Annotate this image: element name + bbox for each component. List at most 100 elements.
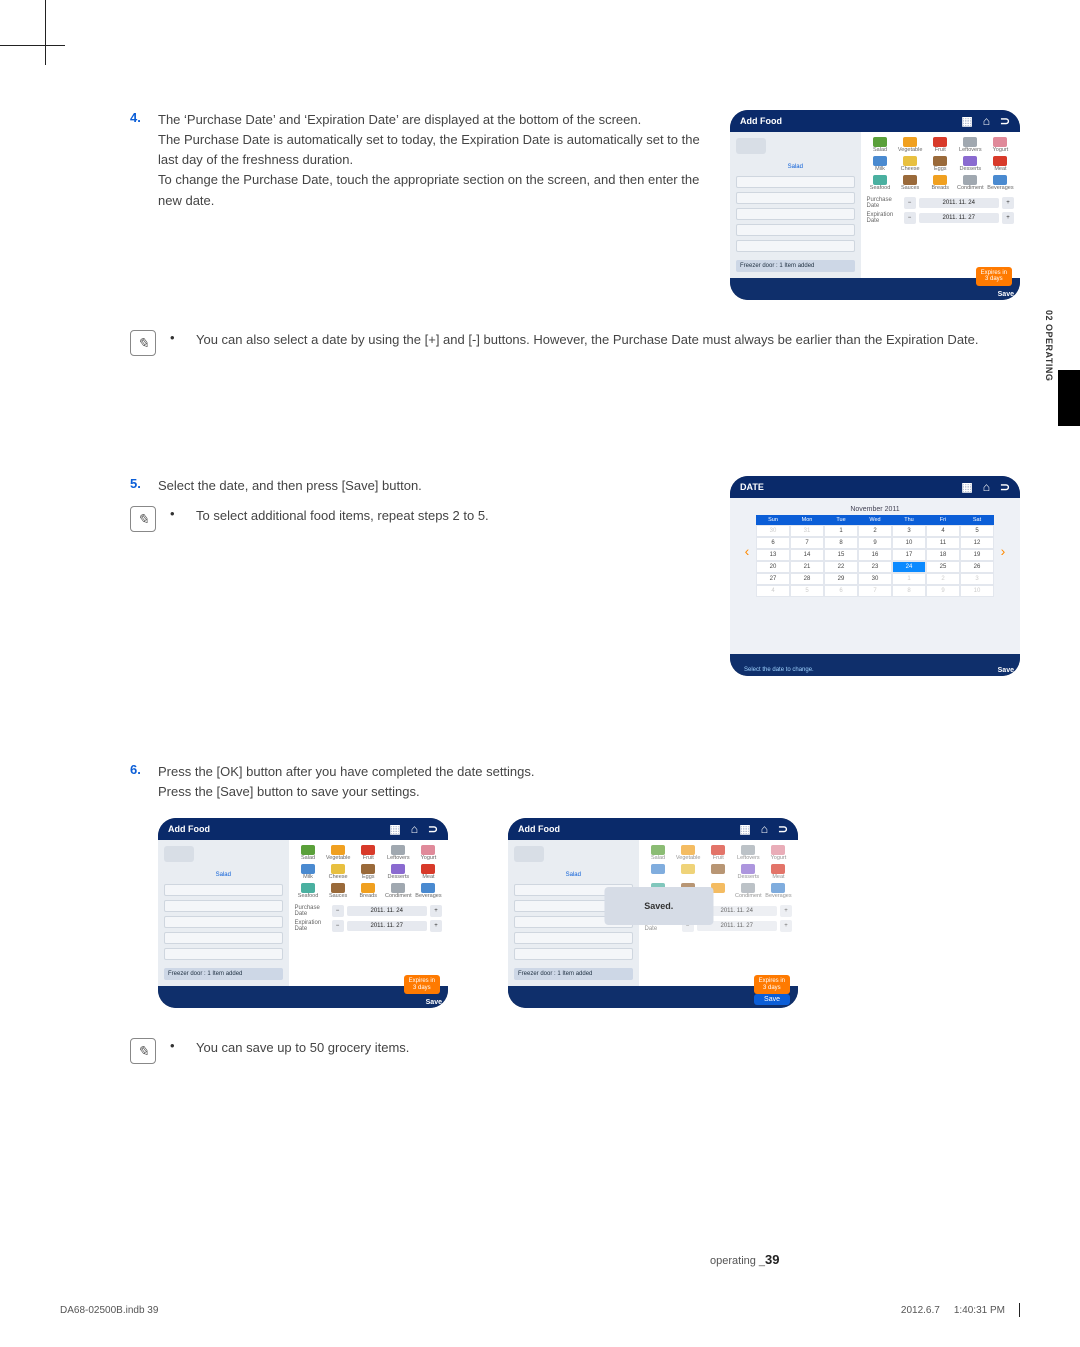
cat-eggs[interactable]: Eggs bbox=[927, 156, 954, 172]
cal-cell[interactable]: 5 bbox=[960, 525, 994, 537]
cal-cell[interactable]: 6 bbox=[824, 585, 858, 597]
cal-cell[interactable]: 4 bbox=[756, 585, 790, 597]
note-2-text: You can save up to 50 grocery items. bbox=[196, 1038, 409, 1058]
fridge-tag-label: Salad bbox=[736, 162, 855, 172]
home-icon[interactable]: ⌂ bbox=[983, 480, 990, 494]
back-icon[interactable]: ⊃ bbox=[1000, 114, 1010, 128]
cal-cell[interactable]: 27 bbox=[756, 573, 790, 585]
cal-cell[interactable]: 9 bbox=[858, 537, 892, 549]
cat-vegetable[interactable]: Vegetable bbox=[897, 137, 924, 153]
cal-cell[interactable]: 2 bbox=[858, 525, 892, 537]
cal-cell[interactable]: 15 bbox=[824, 549, 858, 561]
screenshot-add-food-saved: Add Food ▦ ⌂ ⊃ Salad Freezer door : 1 It… bbox=[508, 818, 798, 1008]
cal-cell[interactable]: 8 bbox=[892, 585, 926, 597]
step-6-line2: Press the [Save] button to save your set… bbox=[158, 784, 420, 799]
cal-cell[interactable]: 16 bbox=[858, 549, 892, 561]
cal-next-arrow[interactable]: › bbox=[994, 543, 1012, 559]
cal-cell[interactable]: 12 bbox=[960, 537, 994, 549]
back-icon[interactable]: ⊃ bbox=[428, 822, 438, 836]
cal-cell[interactable]: 26 bbox=[960, 561, 994, 573]
cat-meat[interactable]: Meat bbox=[987, 156, 1014, 172]
cat-condiment[interactable]: Condiment bbox=[957, 175, 984, 191]
cal-cell[interactable]: 14 bbox=[790, 549, 824, 561]
cal-cell[interactable]: 7 bbox=[790, 537, 824, 549]
widget-icon[interactable]: ▦ bbox=[961, 114, 972, 128]
cat-fruit[interactable]: Fruit bbox=[927, 137, 954, 153]
step-4-line1: The ‘Purchase Date’ and ‘Expiration Date… bbox=[158, 112, 641, 127]
back-icon[interactable]: ⊃ bbox=[778, 822, 788, 836]
cal-cell[interactable]: 29 bbox=[824, 573, 858, 585]
cal-cell[interactable]: 30 bbox=[858, 573, 892, 585]
cal-cell[interactable]: 8 bbox=[824, 537, 858, 549]
cat-seafood[interactable]: Seafood bbox=[867, 175, 894, 191]
home-icon[interactable]: ⌂ bbox=[761, 822, 768, 836]
purchase-minus-button[interactable]: − bbox=[904, 197, 916, 209]
cal-cell[interactable]: 19 bbox=[960, 549, 994, 561]
cal-cell[interactable]: 21 bbox=[790, 561, 824, 573]
cal-cell[interactable]: 9 bbox=[926, 585, 960, 597]
cat-sauces[interactable]: Sauces bbox=[897, 175, 924, 191]
cal-cell[interactable]: 3 bbox=[892, 525, 926, 537]
cal-cell[interactable]: 18 bbox=[926, 549, 960, 561]
cal-cell[interactable]: 1 bbox=[824, 525, 858, 537]
save-corner-hint[interactable]: Save bbox=[426, 999, 442, 1006]
cal-cell[interactable]: 17 bbox=[892, 549, 926, 561]
addfood-right-panel: Salad Vegetable Fruit Leftovers Yogurt M… bbox=[861, 132, 1021, 278]
cat-beverages[interactable]: Beverages bbox=[987, 175, 1014, 191]
cal-cell[interactable]: 7 bbox=[858, 585, 892, 597]
cat-salad[interactable]: Salad bbox=[867, 137, 894, 153]
cal-cell[interactable]: 23 bbox=[858, 561, 892, 573]
cal-save-corner[interactable]: Save bbox=[998, 667, 1014, 674]
cal-cell[interactable]: 22 bbox=[824, 561, 858, 573]
widget-icon[interactable]: ▦ bbox=[739, 822, 750, 836]
note-icon: ✎ bbox=[130, 330, 156, 356]
addfood-title: Add Food bbox=[168, 824, 210, 834]
cat-breads[interactable]: Breads bbox=[927, 175, 954, 191]
back-icon[interactable]: ⊃ bbox=[1000, 480, 1010, 494]
cat-yogurt[interactable]: Yogurt bbox=[987, 137, 1014, 153]
cat-leftovers[interactable]: Leftovers bbox=[957, 137, 984, 153]
cat-cheese[interactable]: Cheese bbox=[897, 156, 924, 172]
cal-cell[interactable]: 2 bbox=[926, 573, 960, 585]
cal-cell[interactable]: 20 bbox=[756, 561, 790, 573]
minus-button[interactable]: − bbox=[332, 905, 344, 917]
screenshot-add-food-left: Add Food ▦ ⌂ ⊃ Salad Freezer door : 1 It… bbox=[158, 818, 448, 1008]
cal-cell[interactable]: 10 bbox=[960, 585, 994, 597]
cal-cell[interactable]: 10 bbox=[892, 537, 926, 549]
note-s5-text: To select additional food items, repeat … bbox=[196, 506, 489, 526]
bullet-icon: • bbox=[170, 1038, 182, 1053]
note-icon: ✎ bbox=[130, 506, 156, 532]
cat-milk[interactable]: Milk bbox=[867, 156, 894, 172]
save-button[interactable]: Save bbox=[754, 994, 790, 1005]
purchase-plus-button[interactable]: + bbox=[1002, 197, 1014, 209]
expiration-date-value[interactable]: 2011. 11. 27 bbox=[919, 213, 1000, 223]
step-4-row: 4. The ‘Purchase Date’ and ‘Expiration D… bbox=[130, 110, 1020, 300]
home-icon[interactable]: ⌂ bbox=[411, 822, 418, 836]
cal-cell[interactable]: 6 bbox=[756, 537, 790, 549]
cal-cell[interactable]: 11 bbox=[926, 537, 960, 549]
cal-cell[interactable]: 30 bbox=[756, 525, 790, 537]
cal-cell[interactable]: 31 bbox=[790, 525, 824, 537]
cal-cell[interactable]: 13 bbox=[756, 549, 790, 561]
cal-cell[interactable]: 25 bbox=[926, 561, 960, 573]
widget-icon[interactable]: ▦ bbox=[961, 480, 972, 494]
expiration-plus-button[interactable]: + bbox=[1002, 212, 1014, 224]
cal-cell[interactable]: 3 bbox=[960, 573, 994, 585]
cal-cell[interactable]: 1 bbox=[892, 573, 926, 585]
cal-cell[interactable]: 5 bbox=[790, 585, 824, 597]
cal-cell-selected[interactable]: 24 bbox=[892, 561, 926, 573]
expiration-minus-button[interactable]: − bbox=[904, 212, 916, 224]
cal-cell[interactable]: 28 bbox=[790, 573, 824, 585]
cal-prev-arrow[interactable]: ‹ bbox=[738, 543, 756, 559]
purchase-date-value[interactable]: 2011. 11. 24 bbox=[919, 198, 1000, 208]
cat-desserts[interactable]: Desserts bbox=[957, 156, 984, 172]
minus-button[interactable]: − bbox=[332, 920, 344, 932]
home-icon[interactable]: ⌂ bbox=[983, 114, 990, 128]
widget-icon[interactable]: ▦ bbox=[389, 822, 400, 836]
saved-popup: Saved. bbox=[604, 887, 713, 925]
cal-cell[interactable]: 4 bbox=[926, 525, 960, 537]
plus-button[interactable]: + bbox=[430, 905, 442, 917]
plus-button[interactable]: + bbox=[430, 920, 442, 932]
step-4-line2: The Purchase Date is automatically set t… bbox=[158, 132, 700, 167]
save-corner-hint[interactable]: Save bbox=[998, 291, 1014, 298]
